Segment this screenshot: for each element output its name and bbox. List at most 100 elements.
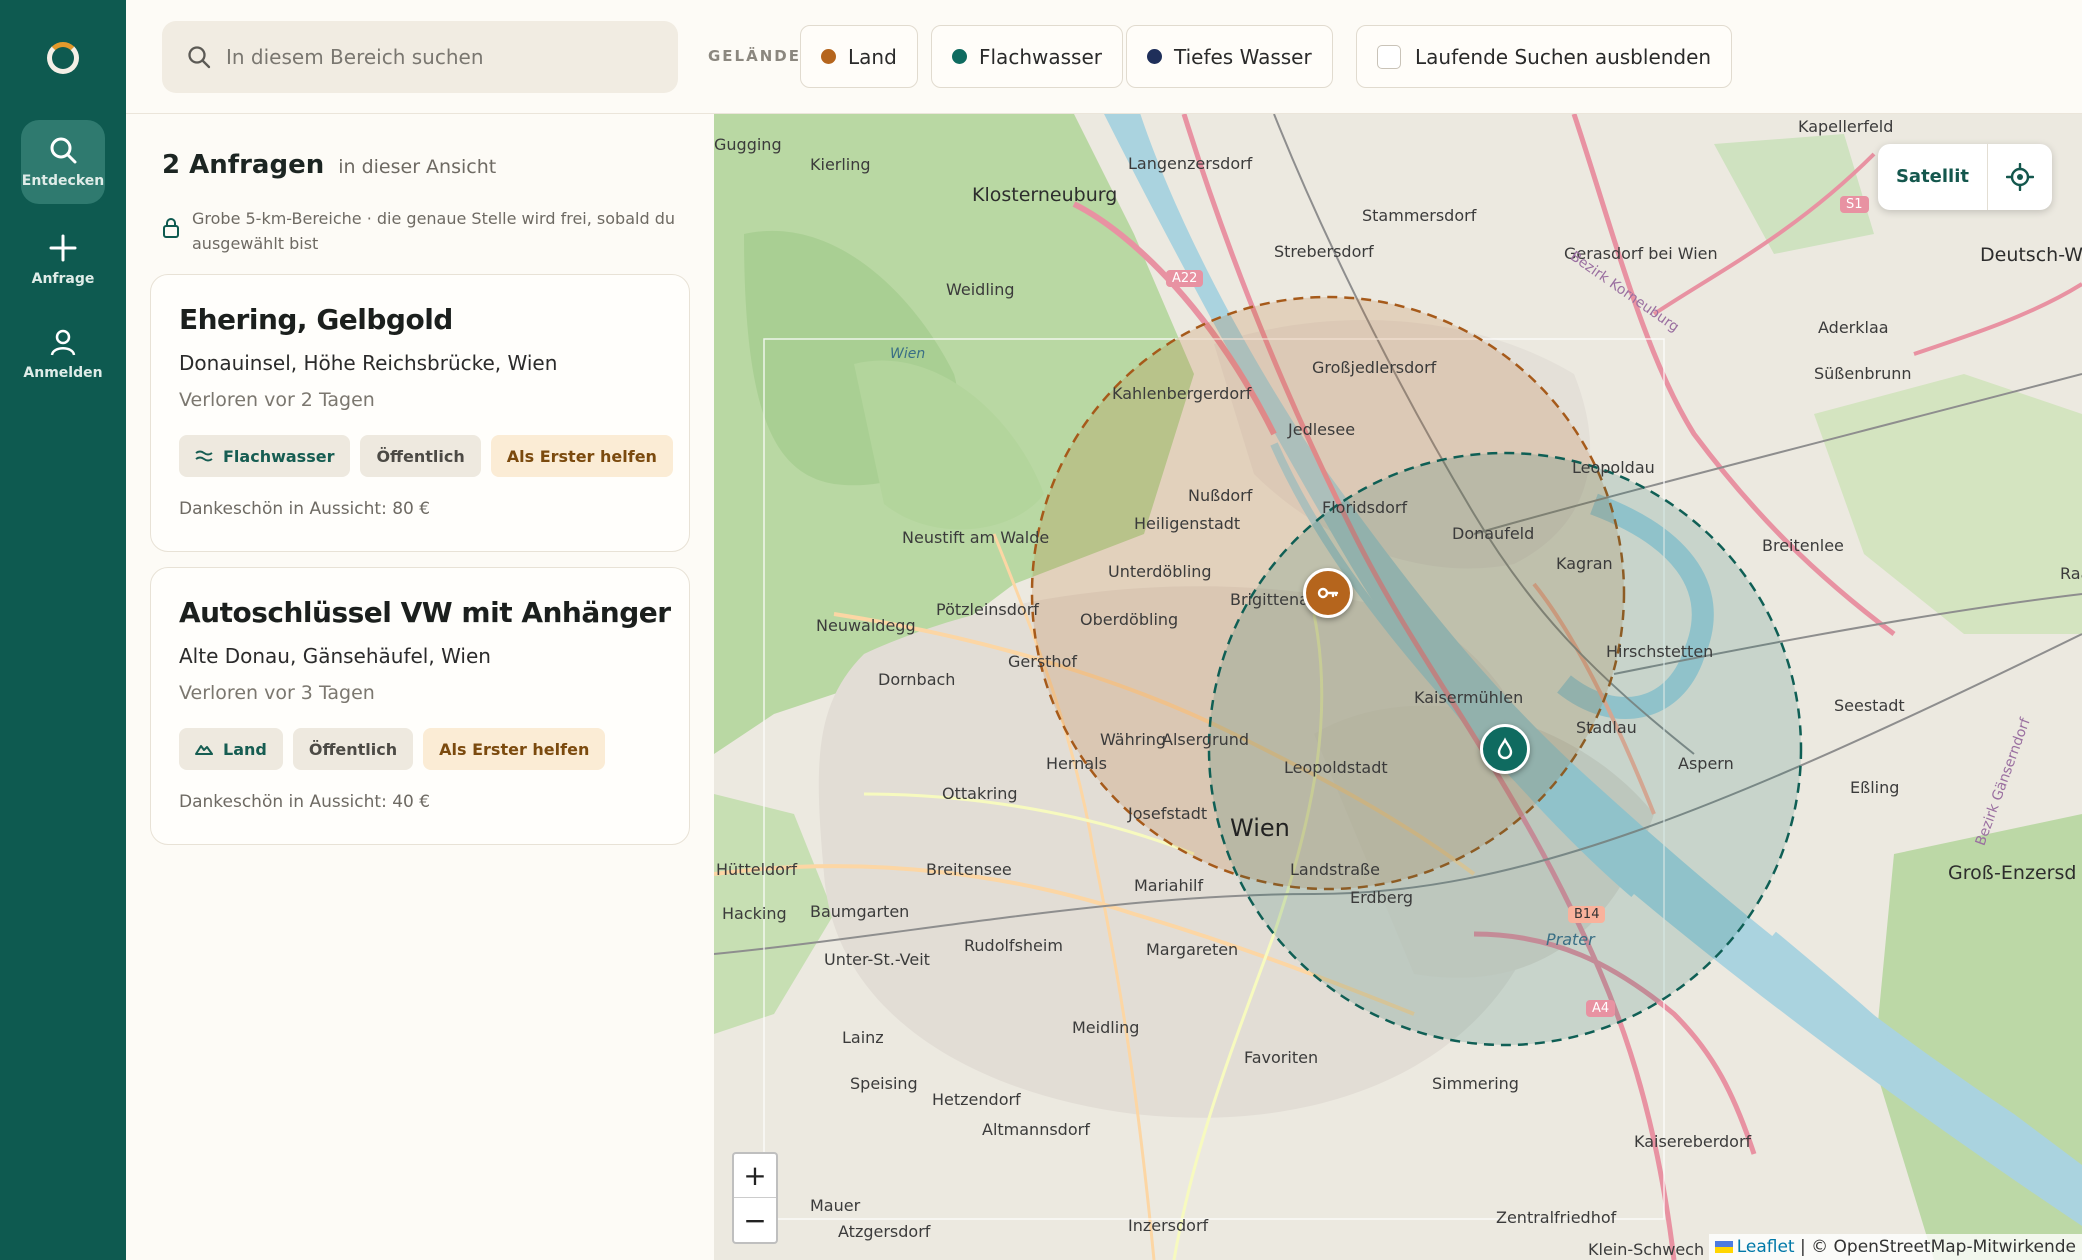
checkbox[interactable] xyxy=(1377,44,1401,69)
place-label: Klosterneuburg xyxy=(972,184,1118,206)
user-icon xyxy=(50,329,76,356)
place-label: Oberdöbling xyxy=(1080,610,1179,629)
key-icon xyxy=(1317,587,1339,599)
place-label: Kapellerfeld xyxy=(1798,117,1894,136)
hide-running-toggle[interactable]: Laufende Suchen ausblenden xyxy=(1356,25,1733,88)
place-label: Raa xyxy=(2060,564,2082,583)
crosshair-icon xyxy=(2006,163,2034,191)
request-card[interactable]: Ehering, Gelbgold Donauinsel, Höhe Reich… xyxy=(150,274,690,552)
place-label: Eßling xyxy=(1850,778,1900,797)
place-label: Klein-Schwech xyxy=(1588,1240,1705,1259)
place-label: Kierling xyxy=(810,155,871,174)
place-label: Kahlenbergerdorf xyxy=(1112,384,1252,403)
place-label: Neustift am Walde xyxy=(902,528,1050,547)
filter-chip-flachwasser[interactable]: Flachwasser xyxy=(931,25,1123,88)
place-label: Simmering xyxy=(1432,1074,1519,1093)
search-icon xyxy=(188,46,211,69)
request-card[interactable]: Autoschlüssel VW mit Anhänger Alte Donau… xyxy=(150,567,690,845)
place-label: Unter-St.-Veit xyxy=(824,950,930,969)
place-label: Prater xyxy=(1546,930,1595,949)
card-title: Ehering, Gelbgold xyxy=(179,303,453,336)
place-label: Kagran xyxy=(1556,554,1613,573)
zoom-in-button[interactable]: + xyxy=(734,1154,776,1198)
search-input[interactable] xyxy=(226,45,646,69)
place-label: Neuwaldegg xyxy=(816,616,916,635)
app-logo[interactable] xyxy=(47,42,79,74)
terrain-tag: Land xyxy=(179,728,283,770)
results-count-number: 2 Anfragen xyxy=(162,150,325,180)
filter-chip-land[interactable]: Land xyxy=(800,25,918,88)
nav-item-anfrage[interactable]: Anfrage xyxy=(21,218,105,302)
filter-chip-tiefes-wasser[interactable]: Tiefes Wasser xyxy=(1126,25,1333,88)
satellite-toggle[interactable]: Satellit xyxy=(1878,144,1988,210)
place-label: Dornbach xyxy=(878,670,956,689)
place-label: Aderklaa xyxy=(1818,318,1889,337)
chip-label: Flachwasser xyxy=(979,44,1102,69)
search-box[interactable] xyxy=(162,21,678,93)
place-label: Nußdorf xyxy=(1188,486,1253,505)
place-label: Unterdöbling xyxy=(1108,562,1212,581)
place-label: Breitenlee xyxy=(1762,536,1844,555)
results-panel: 2 Anfragen in dieser Ansicht Grobe 5-km-… xyxy=(126,114,714,1260)
card-tags: Land Öffentlich Als Erster helfen xyxy=(179,728,606,770)
map-attribution: Leaflet | © OpenStreetMap-Mitwirkende xyxy=(1708,1234,2082,1260)
nav-item-entdecken[interactable]: Entdecken xyxy=(21,120,105,204)
place-label: Leopoldau xyxy=(1572,458,1655,477)
key-marker[interactable] xyxy=(1303,568,1353,618)
help-first-button[interactable]: Als Erster helfen xyxy=(423,728,606,770)
nav-item-anmelden[interactable]: Anmelden xyxy=(21,312,105,396)
zoom-out-button[interactable]: − xyxy=(734,1198,776,1242)
chip-label: Land xyxy=(848,44,897,69)
place-label: Hacking xyxy=(722,904,787,923)
card-time: Verloren vor 3 Tagen xyxy=(179,682,375,704)
place-label: Strebersdorf xyxy=(1274,242,1374,261)
place-label: Erdberg xyxy=(1350,888,1414,907)
place-label: Hütteldorf xyxy=(716,860,798,879)
place-label: Stammersdorf xyxy=(1362,206,1477,225)
terrain-tag-label: Land xyxy=(223,739,267,759)
place-label: Alsergrund xyxy=(1162,730,1250,749)
attribution-text: | © OpenStreetMap-Mitwirkende xyxy=(1799,1237,2076,1257)
place-label: Mariahilf xyxy=(1134,876,1204,895)
place-label: Stadlau xyxy=(1576,718,1637,737)
place-label: Deutsch-W xyxy=(1980,244,2082,266)
place-label: Meidling xyxy=(1072,1018,1140,1037)
place-label: Ottakring xyxy=(942,784,1018,803)
leaflet-link[interactable]: Leaflet xyxy=(1737,1237,1795,1257)
place-label: Wien xyxy=(890,346,926,362)
place-label: Rudolfsheim xyxy=(964,936,1063,955)
help-first-button[interactable]: Als Erster helfen xyxy=(490,435,673,477)
results-count: 2 Anfragen in dieser Ansicht xyxy=(162,150,496,180)
zoom-control: + − xyxy=(732,1152,778,1244)
road-shield: A22 xyxy=(1166,270,1204,287)
nav-rail: Entdecken Anfrage Anmelden xyxy=(0,0,126,1260)
place-label: Langenzersdorf xyxy=(1128,154,1253,173)
terrain-tag: Flachwasser xyxy=(179,435,351,477)
locate-button[interactable] xyxy=(1988,163,2052,191)
place-label: Lainz xyxy=(842,1028,884,1047)
chip-label: Laufende Suchen ausblenden xyxy=(1415,44,1712,69)
tiefes-wasser-dot-icon xyxy=(1147,49,1162,64)
road-shield: A4 xyxy=(1586,1000,1616,1017)
place-label: Speising xyxy=(850,1074,918,1093)
place-label: Süßenbrunn xyxy=(1814,364,1912,383)
place-label: Josefstadt xyxy=(1128,804,1208,823)
place-label: Floridsdorf xyxy=(1322,498,1408,517)
water-drop-marker[interactable] xyxy=(1480,724,1530,774)
place-label: Hernals xyxy=(1046,754,1107,773)
road-shield: S1 xyxy=(1840,196,1869,213)
map-view[interactable]: Gugging Kierling Klosterneuburg Langenze… xyxy=(714,114,2082,1260)
place-label: Baumgarten xyxy=(810,902,910,921)
visibility-tag: Öffentlich xyxy=(292,728,414,770)
card-tags: Flachwasser Öffentlich Als Erster helfen xyxy=(179,435,673,477)
place-label: Seestadt xyxy=(1834,696,1905,715)
place-label: Jedlesee xyxy=(1288,420,1356,439)
visibility-tag: Öffentlich xyxy=(360,435,481,477)
ukraine-flag-icon xyxy=(1714,1241,1733,1253)
flachwasser-dot-icon xyxy=(952,49,967,64)
place-label: Landstraße xyxy=(1290,860,1380,879)
place-label: Großjedlersdorf xyxy=(1312,358,1437,377)
place-label: Favoriten xyxy=(1244,1048,1319,1067)
water-waves-icon xyxy=(195,450,213,462)
place-label: Hetzendorf xyxy=(932,1090,1021,1109)
